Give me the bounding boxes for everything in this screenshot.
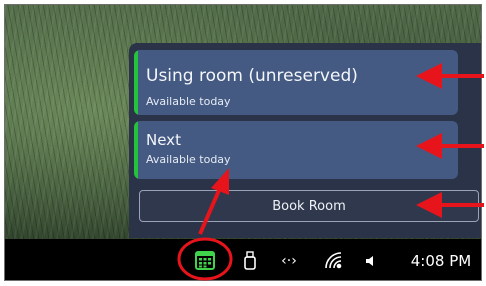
wifi-icon[interactable] <box>323 249 343 271</box>
status-accent-bar <box>134 50 138 115</box>
current-room-availability: Available today <box>146 95 231 108</box>
volume-icon[interactable] <box>363 251 379 271</box>
next-room-availability: Available today <box>146 153 231 166</box>
network-icon[interactable]: ‹·› <box>275 251 303 271</box>
next-room-title: Next <box>146 131 181 149</box>
next-room-card[interactable]: Next Available today <box>134 121 458 179</box>
book-room-button[interactable]: Book Room <box>139 190 479 222</box>
taskbar: ‹·› 4:08 PM <box>5 239 481 280</box>
current-room-title: Using room (unreserved) <box>146 66 358 86</box>
taskbar-clock[interactable]: 4:08 PM <box>405 251 477 271</box>
calendar-icon[interactable] <box>193 248 217 272</box>
screenshot-frame: Using room (unreserved) Available today … <box>4 4 482 281</box>
current-room-card[interactable]: Using room (unreserved) Available today <box>134 50 458 115</box>
usb-icon[interactable] <box>243 251 257 271</box>
room-status-flyout: Using room (unreserved) Available today … <box>129 43 481 238</box>
status-accent-bar <box>134 121 138 179</box>
